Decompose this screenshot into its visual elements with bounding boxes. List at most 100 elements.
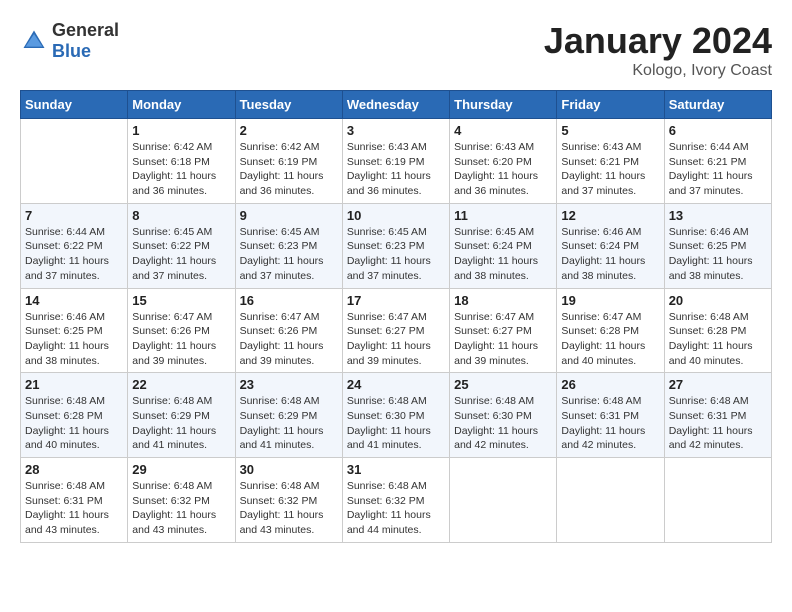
day-number: 16 <box>240 293 338 308</box>
day-info: Sunrise: 6:45 AMSunset: 6:22 PMDaylight:… <box>132 225 230 284</box>
day-info: Sunrise: 6:46 AMSunset: 6:24 PMDaylight:… <box>561 225 659 284</box>
day-info: Sunrise: 6:44 AMSunset: 6:22 PMDaylight:… <box>25 225 123 284</box>
day-number: 8 <box>132 208 230 223</box>
calendar-cell: 16 Sunrise: 6:47 AMSunset: 6:26 PMDayligh… <box>235 288 342 373</box>
calendar-cell: 27 Sunrise: 6:48 AMSunset: 6:31 PMDayligh… <box>664 373 771 458</box>
day-info: Sunrise: 6:47 AMSunset: 6:26 PMDaylight:… <box>132 310 230 369</box>
calendar-cell: 14 Sunrise: 6:46 AMSunset: 6:25 PMDayligh… <box>21 288 128 373</box>
day-info: Sunrise: 6:42 AMSunset: 6:19 PMDaylight:… <box>240 140 338 199</box>
weekday-header: Saturday <box>664 91 771 119</box>
calendar-cell: 5Sunrise: 6:43 AMSunset: 6:21 PMDaylight… <box>557 119 664 204</box>
day-info: Sunrise: 6:47 AMSunset: 6:27 PMDaylight:… <box>454 310 552 369</box>
calendar-cell: 18 Sunrise: 6:47 AMSunset: 6:27 PMDayligh… <box>450 288 557 373</box>
calendar-cell: 19 Sunrise: 6:47 AMSunset: 6:28 PMDayligh… <box>557 288 664 373</box>
calendar-week-row: 14 Sunrise: 6:46 AMSunset: 6:25 PMDayligh… <box>21 288 772 373</box>
day-number: 25 <box>454 377 552 392</box>
calendar-cell: 8 Sunrise: 6:45 AMSunset: 6:22 PMDaylight… <box>128 203 235 288</box>
weekday-header: Monday <box>128 91 235 119</box>
day-number: 18 <box>454 293 552 308</box>
day-info: Sunrise: 6:48 AMSunset: 6:31 PMDaylight:… <box>25 479 123 538</box>
day-number: 23 <box>240 377 338 392</box>
calendar-cell: 13 Sunrise: 6:46 AMSunset: 6:25 PMDayligh… <box>664 203 771 288</box>
calendar-cell: 22Sunrise: 6:48 AMSunset: 6:29 PMDayligh… <box>128 373 235 458</box>
day-info: Sunrise: 6:48 AMSunset: 6:28 PMDaylight:… <box>25 394 123 453</box>
calendar-cell <box>450 458 557 543</box>
day-number: 21 <box>25 377 123 392</box>
weekday-header: Sunday <box>21 91 128 119</box>
weekday-header: Friday <box>557 91 664 119</box>
title-block: January 2024 Kologo, Ivory Coast <box>544 20 772 80</box>
calendar-cell: 31 Sunrise: 6:48 AMSunset: 6:32 PMDayligh… <box>342 458 449 543</box>
day-number: 1 <box>132 123 230 138</box>
day-info: Sunrise: 6:43 AMSunset: 6:21 PMDaylight:… <box>561 140 659 199</box>
calendar-cell: 20Sunrise: 6:48 AMSunset: 6:28 PMDayligh… <box>664 288 771 373</box>
calendar-cell: 12 Sunrise: 6:46 AMSunset: 6:24 PMDayligh… <box>557 203 664 288</box>
day-info: Sunrise: 6:48 AMSunset: 6:30 PMDaylight:… <box>347 394 445 453</box>
day-number: 27 <box>669 377 767 392</box>
calendar-cell: 3 Sunrise: 6:43 AMSunset: 6:19 PMDaylight… <box>342 119 449 204</box>
day-info: Sunrise: 6:48 AMSunset: 6:30 PMDaylight:… <box>454 394 552 453</box>
day-info: Sunrise: 6:43 AMSunset: 6:20 PMDaylight:… <box>454 140 552 199</box>
day-number: 3 <box>347 123 445 138</box>
day-info: Sunrise: 6:46 AMSunset: 6:25 PMDaylight:… <box>25 310 123 369</box>
day-number: 31 <box>347 462 445 477</box>
day-info: Sunrise: 6:44 AMSunset: 6:21 PMDaylight:… <box>669 140 767 199</box>
logo-blue-text: Blue <box>52 41 91 61</box>
calendar-cell: 7Sunrise: 6:44 AMSunset: 6:22 PMDaylight… <box>21 203 128 288</box>
calendar-cell: 4 Sunrise: 6:43 AMSunset: 6:20 PMDaylight… <box>450 119 557 204</box>
month-title: January 2024 <box>544 20 772 62</box>
day-number: 20 <box>669 293 767 308</box>
calendar-cell: 1 Sunrise: 6:42 AMSunset: 6:18 PMDaylight… <box>128 119 235 204</box>
calendar-cell: 29Sunrise: 6:48 AMSunset: 6:32 PMDayligh… <box>128 458 235 543</box>
calendar-cell <box>21 119 128 204</box>
calendar-cell: 6 Sunrise: 6:44 AMSunset: 6:21 PMDaylight… <box>664 119 771 204</box>
day-info: Sunrise: 6:47 AMSunset: 6:27 PMDaylight:… <box>347 310 445 369</box>
day-number: 28 <box>25 462 123 477</box>
day-info: Sunrise: 6:43 AMSunset: 6:19 PMDaylight:… <box>347 140 445 199</box>
day-info: Sunrise: 6:47 AMSunset: 6:28 PMDaylight:… <box>561 310 659 369</box>
calendar-cell: 15 Sunrise: 6:47 AMSunset: 6:26 PMDayligh… <box>128 288 235 373</box>
day-number: 15 <box>132 293 230 308</box>
day-number: 30 <box>240 462 338 477</box>
day-info: Sunrise: 6:48 AMSunset: 6:32 PMDaylight:… <box>347 479 445 538</box>
day-info: Sunrise: 6:48 AMSunset: 6:31 PMDaylight:… <box>669 394 767 453</box>
calendar-cell: 26Sunrise: 6:48 AMSunset: 6:31 PMDayligh… <box>557 373 664 458</box>
calendar-cell: 30Sunrise: 6:48 AMSunset: 6:32 PMDayligh… <box>235 458 342 543</box>
day-number: 19 <box>561 293 659 308</box>
calendar-cell: 23 Sunrise: 6:48 AMSunset: 6:29 PMDayligh… <box>235 373 342 458</box>
day-number: 14 <box>25 293 123 308</box>
calendar-cell <box>557 458 664 543</box>
day-number: 11 <box>454 208 552 223</box>
calendar-cell: 28 Sunrise: 6:48 AMSunset: 6:31 PMDayligh… <box>21 458 128 543</box>
logo-general-text: General <box>52 20 119 40</box>
day-number: 6 <box>669 123 767 138</box>
calendar-header-row: SundayMondayTuesdayWednesdayThursdayFrid… <box>21 91 772 119</box>
calendar-cell: 9Sunrise: 6:45 AMSunset: 6:23 PMDaylight… <box>235 203 342 288</box>
day-number: 13 <box>669 208 767 223</box>
calendar-cell: 11Sunrise: 6:45 AMSunset: 6:24 PMDayligh… <box>450 203 557 288</box>
day-info: Sunrise: 6:46 AMSunset: 6:25 PMDaylight:… <box>669 225 767 284</box>
day-info: Sunrise: 6:45 AMSunset: 6:23 PMDaylight:… <box>347 225 445 284</box>
calendar-cell: 24 Sunrise: 6:48 AMSunset: 6:30 PMDayligh… <box>342 373 449 458</box>
day-info: Sunrise: 6:47 AMSunset: 6:26 PMDaylight:… <box>240 310 338 369</box>
calendar-week-row: 1 Sunrise: 6:42 AMSunset: 6:18 PMDaylight… <box>21 119 772 204</box>
calendar-cell: 17Sunrise: 6:47 AMSunset: 6:27 PMDayligh… <box>342 288 449 373</box>
weekday-header: Tuesday <box>235 91 342 119</box>
day-number: 2 <box>240 123 338 138</box>
day-info: Sunrise: 6:48 AMSunset: 6:32 PMDaylight:… <box>132 479 230 538</box>
calendar-week-row: 7Sunrise: 6:44 AMSunset: 6:22 PMDaylight… <box>21 203 772 288</box>
day-number: 26 <box>561 377 659 392</box>
page-header: General Blue January 2024 Kologo, Ivory … <box>20 20 772 80</box>
day-number: 4 <box>454 123 552 138</box>
calendar-cell: 25 Sunrise: 6:48 AMSunset: 6:30 PMDayligh… <box>450 373 557 458</box>
calendar-cell: 21 Sunrise: 6:48 AMSunset: 6:28 PMDayligh… <box>21 373 128 458</box>
weekday-header: Wednesday <box>342 91 449 119</box>
day-number: 24 <box>347 377 445 392</box>
weekday-header: Thursday <box>450 91 557 119</box>
day-number: 12 <box>561 208 659 223</box>
day-info: Sunrise: 6:45 AMSunset: 6:23 PMDaylight:… <box>240 225 338 284</box>
day-info: Sunrise: 6:48 AMSunset: 6:29 PMDaylight:… <box>240 394 338 453</box>
day-number: 10 <box>347 208 445 223</box>
calendar-cell <box>664 458 771 543</box>
day-info: Sunrise: 6:42 AMSunset: 6:18 PMDaylight:… <box>132 140 230 199</box>
